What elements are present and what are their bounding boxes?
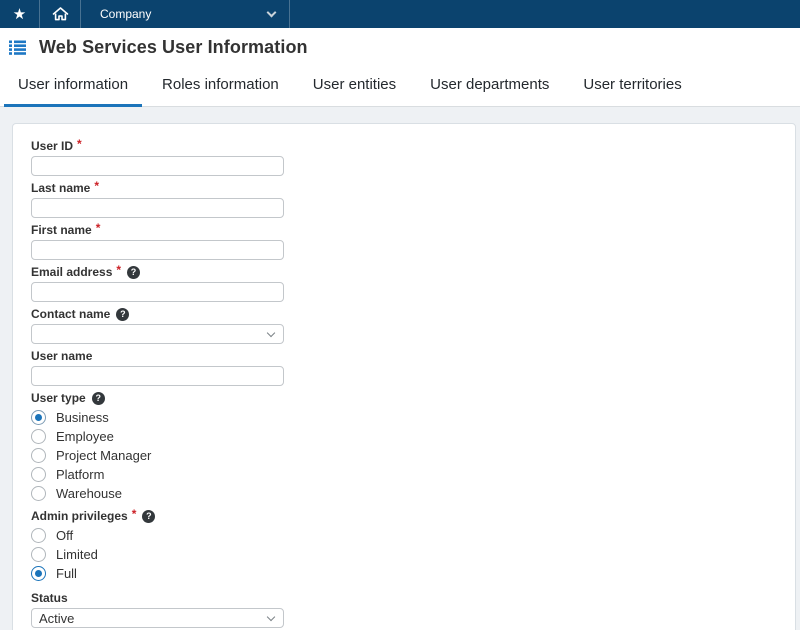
user-name-label: User name: [31, 349, 92, 363]
radio-admin-limited[interactable]: Limited: [31, 545, 284, 564]
radio-button: [31, 486, 46, 501]
last-name-input[interactable]: [31, 198, 284, 218]
required-marker: *: [132, 507, 137, 521]
help-icon[interactable]: ?: [116, 308, 129, 321]
field-last-name: Last name *: [31, 181, 284, 218]
radio-user-type-employee[interactable]: Employee: [31, 427, 284, 446]
status-select-value: Active: [39, 611, 74, 626]
tab-user-departments[interactable]: User departments: [416, 76, 563, 107]
radio-user-type-project-manager[interactable]: Project Manager: [31, 446, 284, 465]
last-name-label: Last name: [31, 181, 90, 195]
user-name-input[interactable]: [31, 366, 284, 386]
list-icon: [9, 40, 26, 55]
page-header: Web Services User Information: [0, 28, 800, 66]
email-address-label: Email address: [31, 265, 112, 279]
radio-label: Business: [56, 410, 109, 425]
required-marker: *: [94, 179, 99, 193]
help-icon[interactable]: ?: [127, 266, 140, 279]
favorites-button[interactable]: ★: [0, 0, 40, 28]
contact-name-label: Contact name: [31, 307, 110, 321]
star-icon: ★: [13, 7, 26, 22]
radio-label: Platform: [56, 467, 104, 482]
field-contact-name: Contact name ?: [31, 307, 284, 344]
email-address-input[interactable]: [31, 282, 284, 302]
radio-button: [31, 429, 46, 444]
tab-user-territories[interactable]: User territories: [569, 76, 695, 107]
content-area: User ID * Last name * First name * Email…: [0, 107, 800, 630]
field-admin-privileges: Admin privileges * ? Off Limited Full: [31, 509, 284, 583]
required-marker: *: [77, 137, 82, 151]
company-menu-label: Company: [100, 7, 151, 21]
radio-label: Warehouse: [56, 486, 122, 501]
radio-button: [31, 547, 46, 562]
radio-button: [31, 467, 46, 482]
radio-label: Employee: [56, 429, 114, 444]
admin-privileges-label: Admin privileges: [31, 509, 128, 523]
user-id-label: User ID: [31, 139, 73, 153]
radio-user-type-business[interactable]: Business: [31, 408, 284, 427]
radio-admin-full[interactable]: Full: [31, 564, 284, 583]
chevron-down-icon: [267, 329, 275, 337]
required-marker: *: [116, 263, 121, 277]
status-label: Status: [31, 591, 68, 605]
required-marker: *: [96, 221, 101, 235]
field-user-name: User name: [31, 349, 284, 386]
user-type-label: User type: [31, 391, 86, 405]
radio-label: Project Manager: [56, 448, 151, 463]
tab-user-information[interactable]: User information: [4, 76, 142, 107]
radio-label: Full: [56, 566, 77, 581]
home-button[interactable]: [40, 0, 81, 28]
tab-user-entities[interactable]: User entities: [299, 76, 410, 107]
tab-roles-information[interactable]: Roles information: [148, 76, 293, 107]
radio-button: [31, 410, 46, 425]
user-id-input[interactable]: [31, 156, 284, 176]
radio-button: [31, 448, 46, 463]
chevron-down-icon: [267, 8, 277, 18]
field-user-id: User ID *: [31, 139, 284, 176]
radio-label: Off: [56, 528, 73, 543]
contact-name-select[interactable]: [31, 324, 284, 344]
field-status: Status Active: [31, 591, 284, 628]
tab-bar: User information Roles information User …: [0, 66, 800, 107]
field-first-name: First name *: [31, 223, 284, 260]
first-name-input[interactable]: [31, 240, 284, 260]
first-name-label: First name: [31, 223, 92, 237]
radio-button: [31, 566, 46, 581]
field-email-address: Email address * ?: [31, 265, 284, 302]
chevron-down-icon: [267, 613, 275, 621]
radio-admin-off[interactable]: Off: [31, 526, 284, 545]
help-icon[interactable]: ?: [142, 510, 155, 523]
radio-user-type-platform[interactable]: Platform: [31, 465, 284, 484]
status-select[interactable]: Active: [31, 608, 284, 628]
company-menu[interactable]: Company: [81, 0, 290, 28]
topbar-spacer: [290, 0, 800, 28]
home-icon: [52, 6, 69, 22]
radio-button: [31, 528, 46, 543]
radio-label: Limited: [56, 547, 98, 562]
user-information-form: User ID * Last name * First name * Email…: [12, 123, 796, 630]
field-user-type: User type ? Business Employee Project Ma…: [31, 391, 284, 503]
page-title: Web Services User Information: [39, 37, 308, 58]
radio-user-type-warehouse[interactable]: Warehouse: [31, 484, 284, 503]
topbar: ★ Company: [0, 0, 800, 28]
help-icon[interactable]: ?: [92, 392, 105, 405]
